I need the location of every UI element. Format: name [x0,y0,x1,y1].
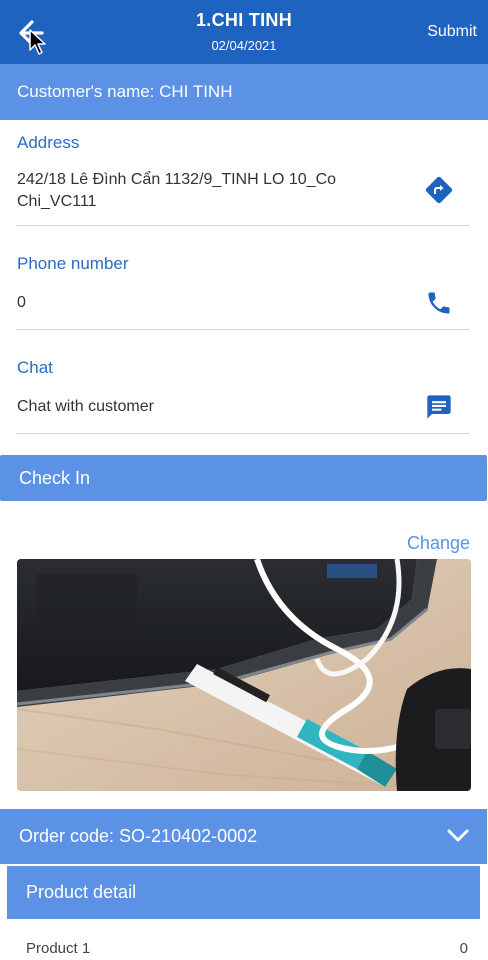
divider [17,433,470,434]
product-quantity: 0 [459,940,468,957]
divider [17,225,470,226]
phone-label: Phone number [17,254,129,273]
photo-image [17,559,471,791]
submit-button[interactable]: Submit [427,23,477,41]
product-detail-header: Product detail [7,866,480,919]
product-name: Product 1 [26,940,91,957]
change-photo-link[interactable]: Change [407,533,470,554]
check-in-photo [17,559,471,791]
phone-icon [428,292,450,314]
page-date: 02/04/2021 [211,38,277,53]
directions-icon [425,176,453,204]
phone-value: 0 [17,294,26,311]
chat-label: Chat [17,358,53,377]
address-line-1: 242/18 Lê Đình Cẩn 1132/9_TINH LO 10_Co [17,171,337,188]
order-code-label: Order code: SO-210402-0002 [19,826,258,846]
chevron-down-icon[interactable] [447,827,469,845]
chat-value[interactable]: Chat with customer [17,396,154,418]
address-line-2: Chi_VC111 [17,193,97,210]
call-button[interactable] [425,289,453,317]
address-label: Address [17,133,80,152]
product-row: Product 1 0 [7,930,480,960]
directions-button[interactable] [425,176,453,204]
divider [17,329,470,330]
order-code-bar[interactable]: Order code: SO-210402-0002 [0,809,487,864]
customer-name-bar: Customer's name: CHI TINH [0,64,488,120]
app-bar: 1.CHI TINH 02/04/2021 Submit [0,0,488,64]
chat-button[interactable] [425,393,453,421]
chat-icon [427,395,451,419]
page-title: 1.CHI TINH [195,10,292,30]
check-in-bar[interactable]: Check In [0,455,487,501]
